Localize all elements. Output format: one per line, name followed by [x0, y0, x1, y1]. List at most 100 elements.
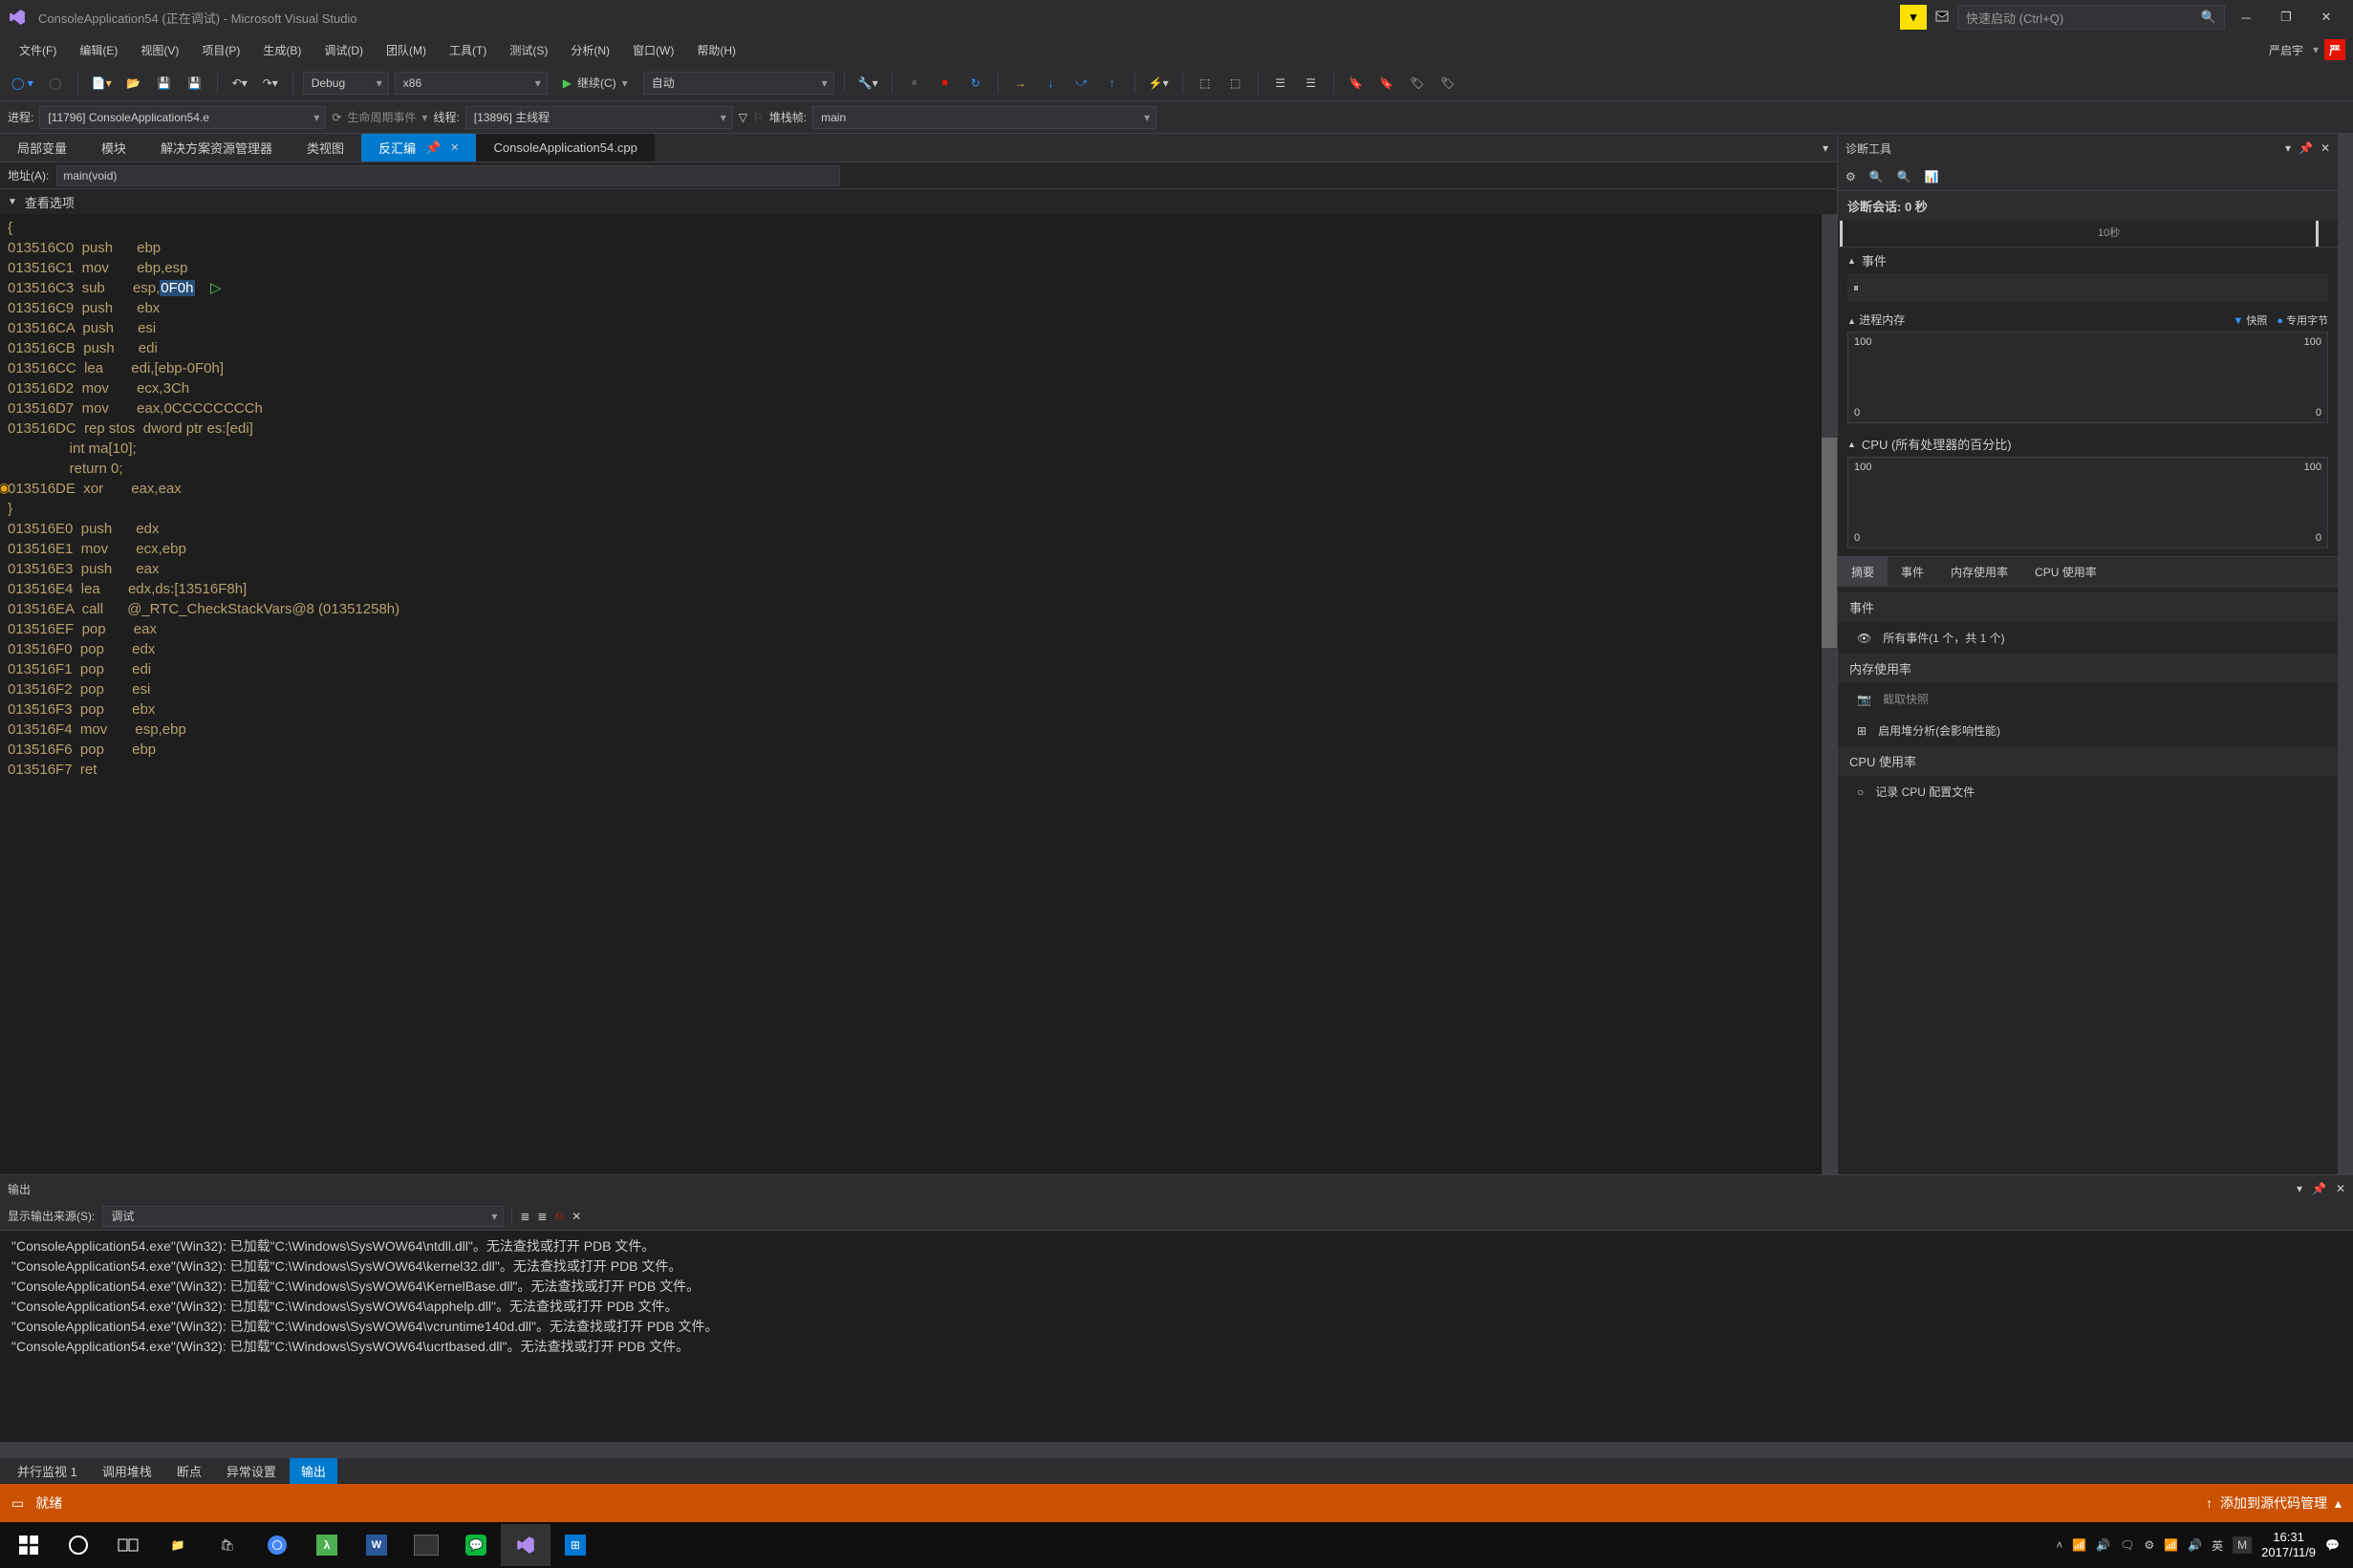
maximize-button[interactable]: ❐ — [2267, 4, 2305, 31]
continue-button[interactable]: ▶ 继续(C) ▾ — [553, 71, 637, 96]
address-input[interactable]: main(void) — [56, 165, 840, 186]
tab-source-file[interactable]: ConsoleApplication54.cpp — [476, 134, 654, 161]
scrollbar-track[interactable] — [1822, 214, 1837, 1174]
close-pane-icon[interactable]: ✕ — [2336, 1182, 2345, 1195]
app-icon-green[interactable]: λ — [302, 1524, 352, 1566]
auto-combo[interactable]: 自动 — [643, 72, 834, 95]
quick-launch-input[interactable]: 快速启动 (Ctrl+Q) 🔍 — [1957, 5, 2225, 30]
bookmark-icon[interactable]: 🔖 — [1344, 71, 1369, 96]
tray-icon-1[interactable]: 📶 — [2072, 1538, 2086, 1552]
pin-icon[interactable]: 📌 — [2299, 141, 2313, 155]
tab-overflow-icon[interactable]: ▾ — [1814, 134, 1837, 161]
platform-combo[interactable]: x86 — [395, 72, 548, 95]
diag-scrollbar[interactable] — [2338, 134, 2353, 1174]
tab-locals[interactable]: 局部变量 — [0, 134, 84, 161]
menu-help[interactable]: 帮助(H) — [685, 38, 747, 62]
tray-icon-2[interactable]: 🔊 — [2096, 1538, 2110, 1552]
restart-button[interactable]: ↻ — [963, 71, 988, 96]
system-tray[interactable]: ˄ 📶 🔊 🗨 ⚙ 📶 🔊 英 M 16:31 2017/11/9 💬 — [2046, 1530, 2349, 1559]
zoom-out-icon[interactable]: 🔍 — [1897, 170, 1911, 183]
tray-chevron-icon[interactable]: ˄ — [2056, 1538, 2062, 1552]
thread-combo[interactable]: [13896] 主线程 — [465, 106, 733, 129]
open-file-button[interactable]: 📂 — [121, 71, 146, 96]
cortana-icon[interactable] — [54, 1524, 103, 1566]
start-button[interactable] — [4, 1524, 54, 1566]
bookmark-next-icon[interactable]: 🏷 — [1405, 71, 1430, 96]
dropdown-icon[interactable]: ▾ — [2285, 141, 2291, 155]
close-pane-icon[interactable]: ✕ — [2321, 141, 2330, 155]
app-icon-blue[interactable]: ⊞ — [550, 1524, 600, 1566]
tool-icon-3[interactable]: ⬚ — [1223, 71, 1248, 96]
lifecycle-icon[interactable]: ⟳ — [332, 111, 341, 124]
tray-volume-icon[interactable]: 🔊 — [2188, 1538, 2202, 1552]
menu-debug[interactable]: 调试(D) — [313, 38, 375, 62]
step-over-button[interactable]: ⤻ — [1069, 71, 1094, 96]
clear-icon[interactable]: ✕ — [572, 1210, 581, 1223]
menu-test[interactable]: 测试(S) — [498, 38, 559, 62]
save-button[interactable]: 💾 — [152, 71, 177, 96]
minimize-button[interactable]: ─ — [2227, 4, 2265, 31]
reset-zoom-icon[interactable]: 📊 — [1925, 170, 1939, 183]
tab-class-view[interactable]: 类视图 — [290, 134, 361, 161]
tab-modules[interactable]: 模块 — [84, 134, 143, 161]
config-combo[interactable]: Debug — [303, 72, 389, 95]
tool-icon-2[interactable]: ⚡▾ — [1145, 71, 1173, 96]
menu-tools[interactable]: 工具(T) — [438, 38, 498, 62]
store-icon[interactable]: 🛍 — [203, 1524, 252, 1566]
close-tab-icon[interactable]: ✕ — [450, 141, 459, 154]
app-icon-7z[interactable] — [401, 1524, 451, 1566]
visual-studio-icon[interactable] — [501, 1524, 550, 1566]
show-next-stmt-button[interactable]: → — [1008, 71, 1033, 96]
redo-button[interactable]: ↷▾ — [258, 71, 283, 96]
menu-analyze[interactable]: 分析(N) — [559, 38, 621, 62]
scrollbar-thumb[interactable] — [1822, 438, 1837, 648]
btab-breakpoints[interactable]: 断点 — [165, 1458, 213, 1484]
menu-edit[interactable]: 编辑(E) — [68, 38, 129, 62]
filter-icon-2[interactable]: ⚐ — [753, 111, 764, 124]
record-cpu-button[interactable]: ○记录 CPU 配置文件 — [1838, 776, 2338, 807]
wechat-icon[interactable]: 💬 — [451, 1524, 501, 1566]
task-view-icon[interactable] — [103, 1524, 153, 1566]
output-source-combo[interactable]: 调试 — [102, 1206, 504, 1227]
pin-icon[interactable]: 📌 — [2312, 1182, 2326, 1195]
all-events-link[interactable]: 👁所有事件(1 个，共 1 个) — [1838, 622, 2338, 654]
wrap-icon[interactable]: ⎌ — [554, 1209, 564, 1223]
process-combo[interactable]: [11796] ConsoleApplication54.e — [39, 106, 326, 129]
stop-button[interactable]: ⏹ — [933, 71, 958, 96]
tray-icon-3[interactable]: 🗨 — [2120, 1538, 2134, 1552]
menu-file[interactable]: 文件(F) — [8, 38, 68, 62]
diag-tab-memory[interactable]: 内存使用率 — [1937, 557, 2021, 586]
undo-button[interactable]: ↶▾ — [227, 71, 252, 96]
gear-icon[interactable]: ⚙ — [1846, 170, 1856, 183]
timeline[interactable]: 10秒 — [1838, 221, 2338, 247]
menu-build[interactable]: 生成(B) — [251, 38, 313, 62]
heap-analysis-button[interactable]: ⊞启用堆分析(会影响性能) — [1838, 715, 2338, 746]
dropdown-icon[interactable]: ▾ — [2297, 1182, 2302, 1195]
tray-icon-4[interactable]: ⚙ — [2144, 1538, 2154, 1552]
file-explorer-icon[interactable]: 📁 — [153, 1524, 203, 1566]
taskbar-clock[interactable]: 16:31 2017/11/9 — [2261, 1530, 2316, 1559]
menu-project[interactable]: 项目(P) — [190, 38, 251, 62]
pin-icon[interactable]: 📌 — [425, 140, 441, 156]
publish-icon[interactable]: ↑ — [2206, 1495, 2213, 1511]
nav-fwd-button[interactable]: ◯ — [43, 71, 68, 96]
tab-disassembly[interactable]: 反汇编 📌 ✕ — [361, 134, 476, 161]
nav-back-button[interactable]: ◯ ▾ — [8, 71, 37, 96]
btab-exceptions[interactable]: 异常设置 — [215, 1458, 288, 1484]
stackframe-combo[interactable]: main — [812, 106, 1156, 129]
hex-icon[interactable]: ⬚ — [1193, 71, 1218, 96]
menu-team[interactable]: 团队(M) — [375, 38, 438, 62]
filter-icon[interactable]: ▽ — [739, 111, 747, 124]
notification-center-icon[interactable]: 💬 — [2325, 1538, 2340, 1552]
goto-icon[interactable]: ≣ — [537, 1210, 547, 1223]
tool-icon-1[interactable]: 🔧▾ — [854, 71, 882, 96]
save-all-button[interactable]: 💾 — [183, 71, 207, 96]
user-avatar-badge[interactable]: 严 — [2324, 39, 2345, 60]
menu-view[interactable]: 视图(V) — [129, 38, 190, 62]
btab-call-stack[interactable]: 调用堆栈 — [91, 1458, 163, 1484]
snapshot-button[interactable]: 📷截取快照 — [1838, 683, 2338, 715]
ime-lang[interactable]: 英 — [2212, 1537, 2223, 1554]
tray-wifi-icon[interactable]: 📶 — [2164, 1538, 2178, 1552]
breakpoint-icon[interactable]: ◉ — [0, 479, 10, 498]
output-text-area[interactable]: "ConsoleApplication54.exe"(Win32): 已加载"C… — [0, 1231, 2353, 1442]
